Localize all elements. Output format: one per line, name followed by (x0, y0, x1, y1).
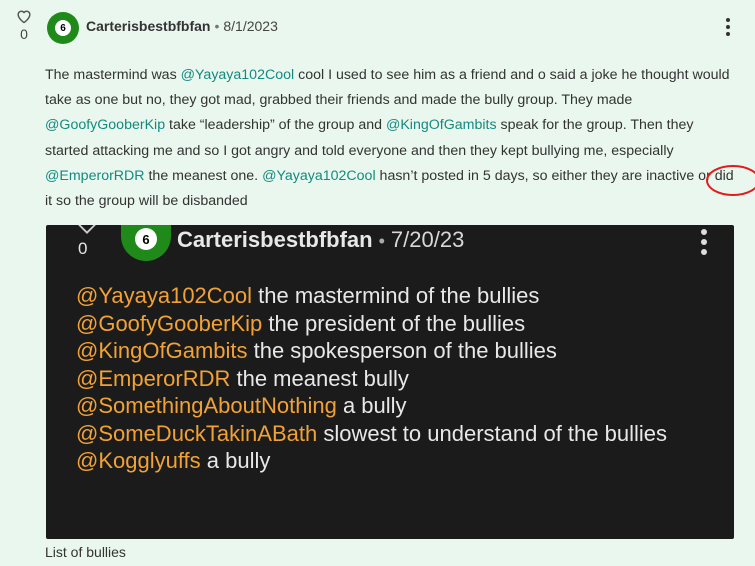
list-item-text: a bully (336, 393, 407, 418)
list-item-text: slowest to understand of the bullies (317, 420, 667, 446)
list-item: @SomeDuckTakinABath slowest to understan… (76, 420, 716, 448)
post-text: r (706, 167, 715, 184)
post-text: so the group will be disbanded (52, 193, 248, 210)
mention-text: @SomeDuckTakinABath (76, 420, 318, 446)
list-item: @KingOfGambits the spokesperson of the b… (76, 337, 716, 365)
avatar-ball-icon: 6 (135, 228, 157, 250)
mention-link[interactable]: @KingOfGambits (386, 117, 497, 133)
list-item: @EmperorRDR the meanest bully (76, 365, 716, 393)
meta-separator: • (378, 231, 385, 251)
post-date: 8/1/2023 (223, 18, 278, 34)
mention-link[interactable]: @GoofyGooberKip (45, 117, 165, 133)
mention-link[interactable]: @Yayaya102Cool (262, 168, 376, 184)
avatar-ball-icon: 6 (55, 20, 71, 36)
list-item-text: the meanest bully (230, 365, 409, 391)
image-caption: List of bullies (45, 544, 126, 560)
heart-icon[interactable] (15, 8, 33, 24)
mention-text: @KingOfGambits (76, 338, 248, 363)
list-item: @SomethingAboutNothing a bully (76, 392, 716, 420)
mention-text: @EmperorRDR (76, 365, 231, 391)
list-item-text: the president of the bullies (262, 310, 526, 336)
post-text: take “leadership” of the group and (165, 117, 386, 134)
list-item: @Kogglyuffs a bully (76, 447, 716, 475)
heart-icon (78, 225, 96, 234)
mention-text: @GoofyGooberKip (76, 310, 263, 336)
avatar-number: 6 (142, 231, 150, 247)
post-text: The mastermind was (45, 67, 181, 83)
post-meta: Carterisbestbfbfan • 8/1/2023 (86, 18, 278, 34)
vote-count: 0 (78, 239, 88, 258)
mention-link[interactable]: @Yayaya102Cool (181, 67, 295, 83)
username: Carterisbestbfbfan (177, 227, 373, 252)
embedded-screenshot[interactable]: 0 6 Carterisbestbfbfan • 7/20/23 @Yayaya10… (46, 225, 734, 539)
more-options-icon[interactable] (725, 18, 731, 39)
mention-link[interactable]: @EmperorRDR (45, 168, 145, 184)
vote-count: 0 (20, 26, 28, 42)
list-item: @Yayaya102Cool the mastermind of the bul… (76, 282, 716, 310)
mention-text: @Kogglyuffs (76, 448, 201, 473)
avatar-number: 6 (60, 22, 66, 34)
username[interactable]: Carterisbestbfbfan (86, 18, 210, 34)
post-text: the meanest one. (144, 167, 263, 184)
bully-list: @Yayaya102Cool the mastermind of the bul… (76, 282, 716, 475)
post-text: hasn’t posted in 5 days, so either they … (375, 167, 707, 184)
post-date: 7/20/23 (390, 227, 465, 252)
avatar: 6 (121, 225, 171, 261)
list-item: @GoofyGooberKip the president of the bul… (76, 310, 716, 338)
list-item-text: the mastermind of the bullies (252, 283, 540, 308)
post-body: The mastermind was @Yayaya102Cool cool I… (45, 63, 755, 214)
list-item-text: the spokesperson of the bullies (247, 338, 557, 363)
list-item-text: a bully (200, 448, 271, 473)
avatar[interactable]: 6 (47, 12, 79, 44)
meta-separator: • (214, 18, 220, 34)
mention-text: @SomethingAboutNothing (76, 393, 337, 418)
post-meta: Carterisbestbfbfan • 7/20/23 (177, 227, 464, 253)
more-options-icon (700, 229, 708, 259)
vote-column: 0 (12, 8, 36, 42)
mention-text: @Yayaya102Cool (76, 283, 253, 308)
